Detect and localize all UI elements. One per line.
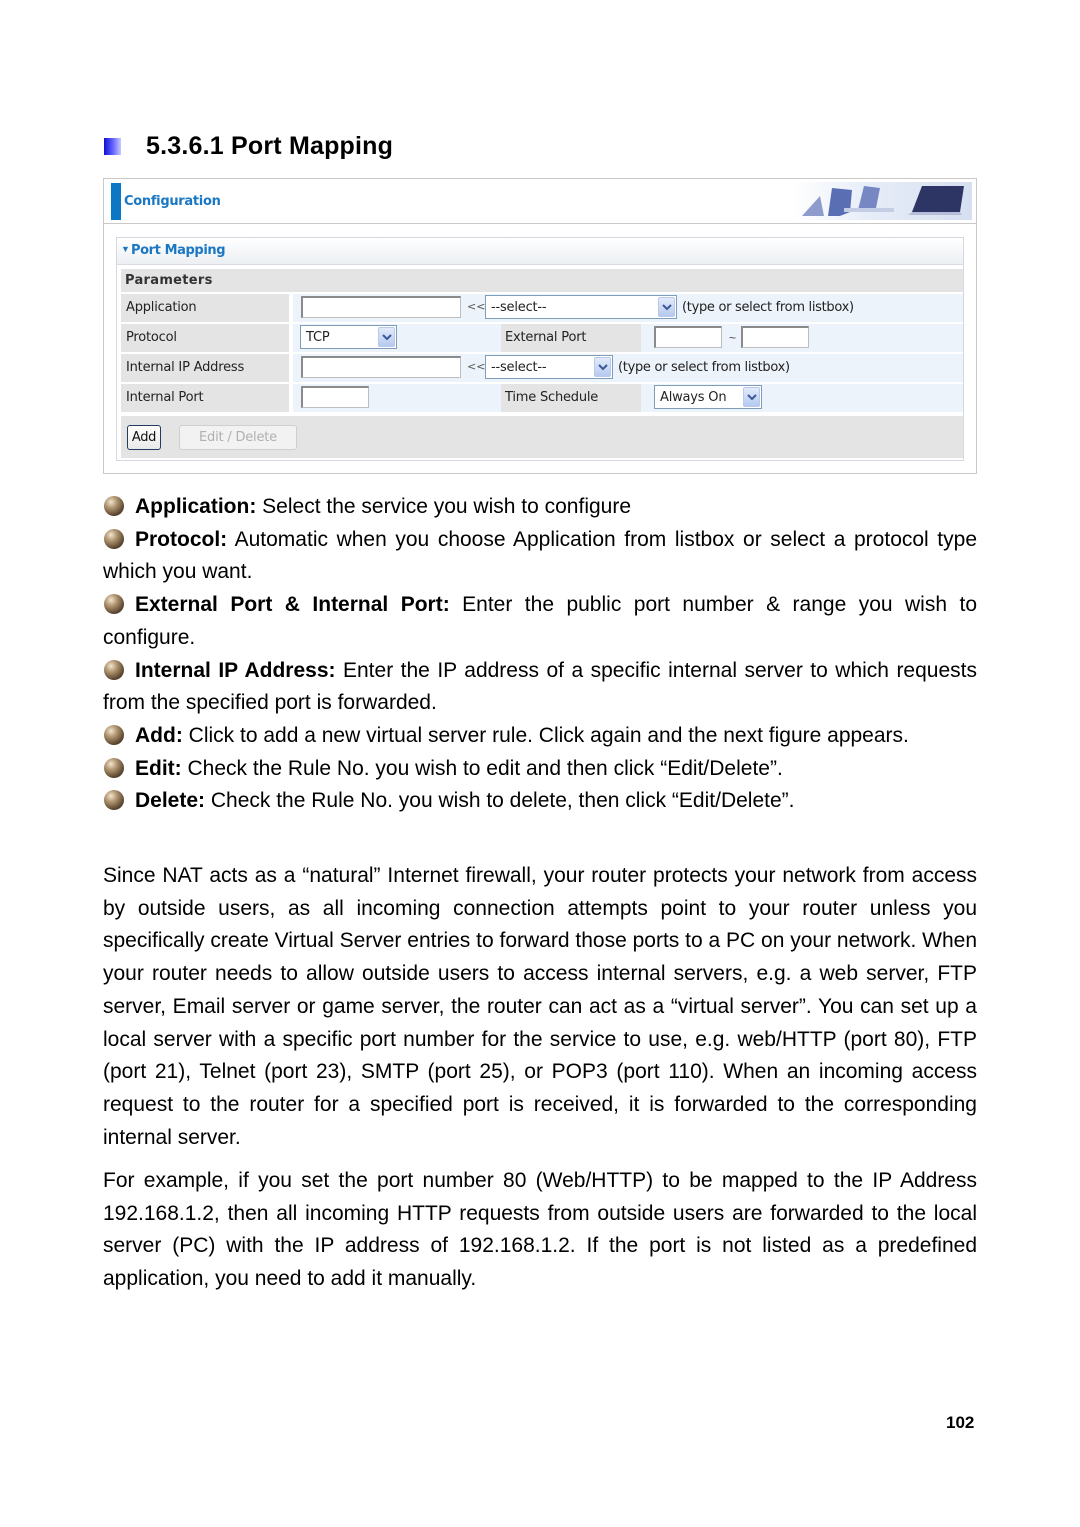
external-port-label: External Port <box>505 330 587 345</box>
bullet-ball-icon <box>104 594 124 615</box>
internal-ip-label: Internal IP Address <box>126 360 245 375</box>
configuration-header: Configuration <box>104 179 976 224</box>
list-item: Edit: Check the Rule No. you wish to edi… <box>103 753 977 786</box>
form-title-bar[interactable]: ▼ Port Mapping <box>117 238 963 265</box>
internal-ip-input[interactable] <box>301 356 461 378</box>
field-description-list: Application: Select the service you wish… <box>103 491 977 818</box>
copy-arrows: << <box>467 300 486 313</box>
protocol-select[interactable]: TCP <box>300 325 397 349</box>
chevron-down-icon[interactable] <box>743 387 760 407</box>
bullet-ball-icon <box>104 790 124 811</box>
application-select[interactable]: --select-- <box>485 295 677 319</box>
header-accent-bar <box>111 183 121 220</box>
example-paragraph: For example, if you set the port number … <box>103 1169 977 1291</box>
form-title: Port Mapping <box>131 243 226 258</box>
list-item: Application: Select the service you wish… <box>103 491 977 524</box>
port-mapping-form: ▼ Port Mapping Parameters Application <<… <box>116 237 964 461</box>
internal-port-input[interactable] <box>301 386 369 408</box>
parameters-header-row: Parameters <box>121 269 963 292</box>
protocol-row: Protocol TCP External Port ~ <box>121 322 963 352</box>
application-input[interactable] <box>301 296 461 318</box>
heading-title: 5.3.6.1 Port Mapping <box>146 132 394 160</box>
list-item: Internal IP Address: Enter the IP addres… <box>103 658 977 715</box>
parameters-table: Parameters Application << --select-- (ty… <box>121 269 963 458</box>
external-port-to-input[interactable] <box>741 326 809 348</box>
protocol-label: Protocol <box>126 330 177 345</box>
internal-port-row: Internal Port Time Schedule Always On <box>121 382 963 412</box>
port-mapping-screenshot: Configuration ▼ Port Mapping Parameters … <box>103 178 977 474</box>
office-banner-image <box>792 182 972 220</box>
page-number: 102 <box>946 1413 975 1432</box>
application-hint: (type or select from listbox) <box>682 300 854 315</box>
chevron-down-icon[interactable] <box>378 327 395 347</box>
internal-port-label: Internal Port <box>126 390 204 405</box>
time-schedule-select[interactable]: Always On <box>654 385 762 409</box>
range-tilde: ~ <box>729 331 737 345</box>
chevron-down-icon[interactable] <box>594 357 611 377</box>
time-schedule-label: Time Schedule <box>505 390 599 405</box>
edit-delete-button[interactable]: Edit / Delete <box>179 425 297 450</box>
list-item: Protocol: Automatic when you choose Appl… <box>103 527 977 584</box>
application-row: Application << --select-- (type or selec… <box>121 292 963 322</box>
bullet-ball-icon <box>104 757 124 778</box>
internal-ip-row: Internal IP Address << --select-- (type … <box>121 352 963 382</box>
section-heading: 5.3.6.1 Port Mapping <box>104 132 393 161</box>
configuration-title: Configuration <box>124 194 221 209</box>
internal-ip-hint: (type or select from listbox) <box>618 360 790 375</box>
bullet-ball-icon <box>104 659 124 680</box>
add-button[interactable]: Add <box>127 425 161 450</box>
bullet-ball-icon <box>104 496 124 516</box>
external-port-from-input[interactable] <box>654 326 722 348</box>
list-item: Delete: Check the Rule No. you wish to d… <box>103 785 977 818</box>
list-item: Add: Click to add a new virtual server r… <box>103 720 977 753</box>
list-item: External Port & Internal Port: Enter the… <box>103 593 977 649</box>
collapse-caret-icon[interactable]: ▼ <box>121 244 130 254</box>
parameters-label: Parameters <box>125 273 213 288</box>
application-label: Application <box>126 300 197 315</box>
copy-arrows: << <box>467 360 486 373</box>
nat-explanation-paragraph: Since NAT acts as a “natural” Internet f… <box>103 864 977 1149</box>
button-row: Add Edit / Delete <box>121 416 963 458</box>
bullet-ball-icon <box>104 528 124 549</box>
chevron-down-icon[interactable] <box>658 297 675 317</box>
internal-ip-select[interactable]: --select-- <box>485 355 613 379</box>
bullet-ball-icon <box>104 724 124 745</box>
square-bullet-icon <box>104 138 121 155</box>
